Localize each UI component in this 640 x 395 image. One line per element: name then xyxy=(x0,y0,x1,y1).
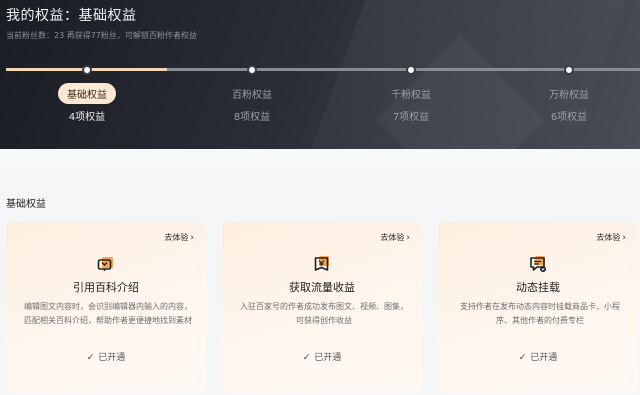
benefits-page: 我的权益：基础权益 当前粉丝数：23 再获得77粉丝，可解锁百粉作者权益 基础权… xyxy=(0,0,640,395)
benefit-description: 支持作者在发布动态内容时挂载商品卡、小程序、其他作者的付费专栏 xyxy=(460,302,620,325)
benefit-description: 入驻百家号的作者成功发布图文、视频、图集，可获得创作收益 xyxy=(240,302,408,325)
chevron-right-icon: › xyxy=(622,233,626,243)
fan-count-hint: 当前粉丝数：23 再获得77粉丝，可解锁百粉作者权益 xyxy=(6,31,197,40)
tier-name: 基础权益 xyxy=(58,83,116,104)
chevron-right-icon: › xyxy=(190,233,194,243)
try-link[interactable]: 去体验 › xyxy=(164,232,194,243)
section-title: 基础权益 xyxy=(6,199,46,210)
status-label: 已开通 xyxy=(98,353,126,363)
tier-count: 7项权益 xyxy=(392,112,430,123)
tier-count: 6项权益 xyxy=(550,112,588,123)
tier-name: 千粉权益 xyxy=(391,90,431,101)
income-icon xyxy=(314,256,329,271)
tier-hundred[interactable]: 百粉权益 8项权益 xyxy=(207,83,297,123)
chevron-right-icon: › xyxy=(406,233,410,243)
tier-node-basic[interactable] xyxy=(82,65,92,75)
benefit-title: 动态挂载 xyxy=(516,281,560,294)
try-label: 去体验 xyxy=(596,233,621,242)
benefit-card-reference: 去体验 › 引用百科介绍 编辑图文内容时，会识别编辑器内输入的内容，匹配相关百科介… xyxy=(6,222,206,393)
check-icon: ✓ xyxy=(302,353,311,363)
benefit-title: 引用百科介绍 xyxy=(73,281,139,294)
benefit-status: ✓ 已开通 xyxy=(222,350,422,363)
benefit-card-mount: 去体验 › 动态挂载 支持作者在发布动态内容时挂载商品卡、小程序、其他作者的付费专… xyxy=(438,222,638,393)
benefit-title: 获取流量收益 xyxy=(289,281,355,294)
tier-name: 万粉权益 xyxy=(549,90,589,101)
mount-icon xyxy=(530,256,546,272)
tier-thousand[interactable]: 千粉权益 7项权益 xyxy=(366,83,456,123)
check-icon: ✓ xyxy=(86,353,95,363)
tier-count: 4项权益 xyxy=(68,112,106,123)
benefit-card-income: 去体验 › 获取流量收益 入驻百家号的作者成功发布图文、视频、图集，可获得创作收益… xyxy=(222,222,422,393)
status-label: 已开通 xyxy=(314,353,342,363)
try-label: 去体验 xyxy=(164,233,189,242)
content-top-band xyxy=(0,149,640,170)
benefits-header: 我的权益：基础权益 当前粉丝数：23 再获得77粉丝，可解锁百粉作者权益 基础权… xyxy=(0,0,640,149)
tier-name: 百粉权益 xyxy=(232,90,272,101)
reference-icon xyxy=(97,257,113,271)
tier-node-thousand[interactable] xyxy=(406,65,416,75)
benefit-status: ✓ 已开通 xyxy=(438,350,638,363)
benefit-description: 编辑图文内容时，会识别编辑器内输入的内容，匹配相关百科介绍，帮助作者更便捷地找到… xyxy=(24,302,192,325)
try-link[interactable]: 去体验 › xyxy=(380,232,410,243)
benefit-status: ✓ 已开通 xyxy=(6,350,206,363)
try-link[interactable]: 去体验 › xyxy=(596,232,626,243)
tier-basic[interactable]: 基础权益 4项权益 xyxy=(42,83,132,123)
tier-node-ten-thousand[interactable] xyxy=(564,65,574,75)
tier-node-hundred[interactable] xyxy=(247,65,257,75)
tier-count: 8项权益 xyxy=(233,112,271,123)
tier-ten-thousand[interactable]: 万粉权益 6项权益 xyxy=(524,83,614,123)
try-label: 去体验 xyxy=(380,233,405,242)
status-label: 已开通 xyxy=(530,353,558,363)
page-title: 我的权益：基础权益 xyxy=(6,8,137,24)
check-icon: ✓ xyxy=(518,353,527,363)
